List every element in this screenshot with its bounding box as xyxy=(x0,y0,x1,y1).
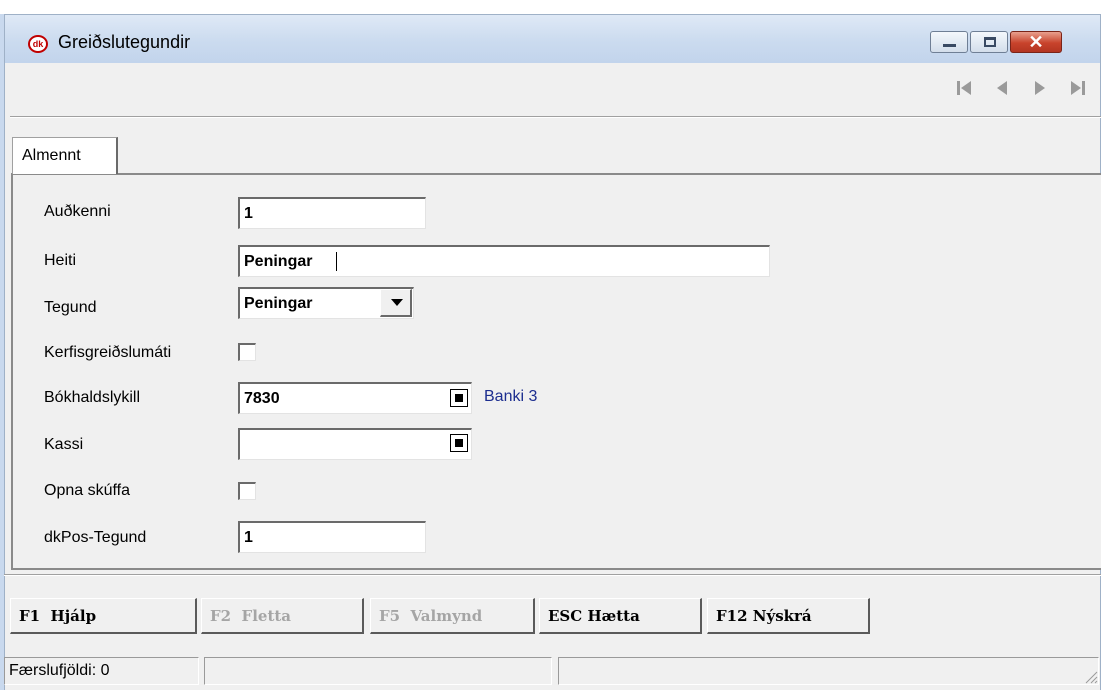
dk-app-icon: dk xyxy=(28,35,48,53)
tab-almennt-label: Almennt xyxy=(22,147,81,164)
bokhaldslykill-input[interactable]: 7830 xyxy=(238,382,472,414)
cancel-key: ESC xyxy=(548,607,583,625)
close-icon: ✕ xyxy=(1028,32,1044,52)
form-panel xyxy=(11,173,1101,570)
audkenni-input[interactable]: 1 xyxy=(238,197,426,229)
new-record-button[interactable]: F12 Nýskrá xyxy=(707,598,870,634)
audkenni-value: 1 xyxy=(244,205,253,222)
opna-skuffa-label: Opna skúffa xyxy=(44,482,130,499)
bokhaldslykill-label: Bókhaldslykill xyxy=(44,389,141,406)
cancel-button[interactable]: ESC Hætta xyxy=(539,598,702,634)
status-panel-2 xyxy=(204,657,552,685)
status-record-count: Færslufjöldi: 0 xyxy=(4,657,199,685)
new-record-key: F12 xyxy=(716,607,748,625)
resize-grip-icon[interactable] xyxy=(1082,668,1098,684)
text-cursor xyxy=(336,252,337,271)
menu-button[interactable]: F5 Valmynd xyxy=(370,598,535,634)
cancel-label: Hætta xyxy=(587,607,640,625)
bokhaldslykill-lookup-button[interactable] xyxy=(450,389,468,407)
nav-next-button[interactable] xyxy=(1028,76,1052,100)
dkpos-tegund-input[interactable]: 1 xyxy=(238,521,426,553)
help-key: F1 xyxy=(19,607,41,625)
heiti-label: Heiti xyxy=(44,252,77,269)
kassi-lookup-button[interactable] xyxy=(450,434,468,452)
lookup-icon xyxy=(455,394,463,402)
menu-label: Valmynd xyxy=(410,607,483,625)
nav-last-button[interactable] xyxy=(1066,76,1090,100)
maximize-button[interactable] xyxy=(970,31,1008,53)
dkpos-tegund-label: dkPos-Tegund xyxy=(44,529,147,546)
first-record-icon xyxy=(957,81,971,95)
button-bar-separator xyxy=(4,574,1101,576)
browse-button[interactable]: F2 Fletta xyxy=(201,598,364,634)
browse-key: F2 xyxy=(210,607,232,625)
opna-skuffa-checkbox[interactable] xyxy=(238,482,256,500)
close-button[interactable]: ✕ xyxy=(1010,31,1062,53)
tegund-value: Peningar xyxy=(244,295,313,312)
menu-key: F5 xyxy=(379,607,401,625)
window-title: Greiðslutegundir xyxy=(58,32,191,52)
help-label: Hjálp xyxy=(50,607,97,625)
dkpos-tegund-value: 1 xyxy=(244,529,253,546)
heiti-input[interactable]: Peningar xyxy=(238,245,770,277)
lookup-icon xyxy=(455,439,463,447)
chevron-down-icon xyxy=(391,299,403,306)
kerfisgreidslumati-label: Kerfisgreiðslumáti xyxy=(44,344,172,361)
browse-label: Fletta xyxy=(241,607,292,625)
kassi-input[interactable] xyxy=(238,428,472,460)
heiti-value: Peningar xyxy=(244,253,313,270)
prior-record-icon xyxy=(997,81,1007,95)
status-panel-3 xyxy=(558,657,1099,685)
toolbar-separator xyxy=(10,116,1101,118)
tegund-label: Tegund xyxy=(44,299,97,316)
tegund-dropdown-button[interactable] xyxy=(380,289,412,317)
maximize-icon xyxy=(984,37,996,47)
kerfisgreidslumati-checkbox[interactable] xyxy=(238,343,256,361)
audkenni-label: Auðkenni xyxy=(44,203,111,220)
minimize-button[interactable] xyxy=(930,31,968,53)
bokhaldslykill-value: 7830 xyxy=(244,390,280,407)
help-button[interactable]: F1 Hjálp xyxy=(10,598,197,634)
nav-first-button[interactable] xyxy=(952,76,976,100)
kassi-label: Kassi xyxy=(44,436,84,453)
new-record-label: Nýskrá xyxy=(752,607,812,625)
next-record-icon xyxy=(1035,81,1045,95)
nav-prior-button[interactable] xyxy=(990,76,1014,100)
record-count-label: Færslufjöldi: xyxy=(9,662,97,679)
last-record-icon xyxy=(1071,81,1085,95)
record-count-value: 0 xyxy=(100,662,110,679)
account-name-label: Banki 3 xyxy=(484,388,538,405)
minimize-icon xyxy=(943,44,956,47)
